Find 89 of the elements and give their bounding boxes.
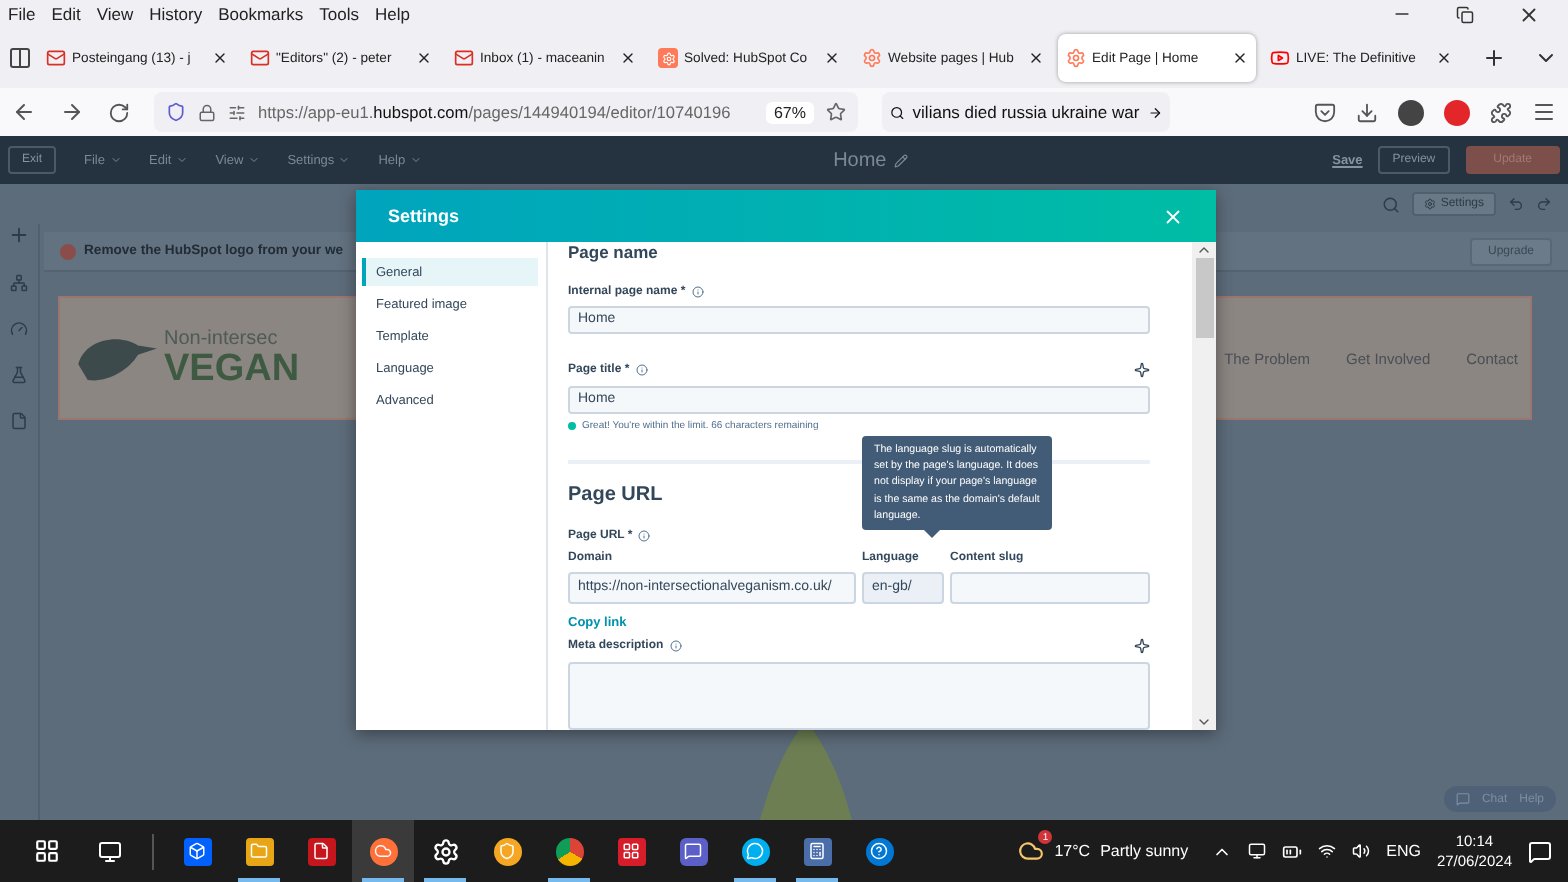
play-icon <box>1270 48 1290 68</box>
close-icon[interactable] <box>1518 3 1540 25</box>
dialog-title: Settings <box>388 206 460 226</box>
folder-icon[interactable] <box>245 837 273 865</box>
chat-icon[interactable] <box>741 837 769 865</box>
menu-item[interactable]: Help <box>374 4 410 24</box>
chat-icon <box>1455 792 1470 806</box>
restore-icon[interactable] <box>1456 5 1474 23</box>
info-icon <box>691 286 704 298</box>
scroll-up-icon[interactable] <box>1196 242 1212 258</box>
scroll-thumb[interactable] <box>1195 258 1213 338</box>
weather-text: Partly sunny <box>1100 842 1189 860</box>
close-icon[interactable] <box>1028 50 1044 66</box>
notifications-icon[interactable] <box>1528 839 1552 863</box>
sprocket-icon <box>658 48 678 68</box>
caret-icon <box>338 154 351 166</box>
menu-item[interactable]: History <box>149 4 203 24</box>
shield-icon <box>166 102 186 122</box>
close-icon[interactable] <box>1436 50 1452 66</box>
lock-icon <box>198 103 216 121</box>
sliders-icon <box>228 103 246 121</box>
section-heading: Page URL <box>568 483 663 506</box>
back-icon[interactable] <box>12 100 36 124</box>
status-dot <box>568 421 576 430</box>
task-view-icon[interactable] <box>97 839 121 863</box>
input-field[interactable] <box>950 571 1150 604</box>
mail-icon <box>46 48 66 68</box>
tab-list-icon[interactable] <box>8 46 32 70</box>
pencil-icon[interactable] <box>894 153 909 167</box>
circle-icon[interactable] <box>555 837 583 865</box>
warning-icon <box>60 243 76 259</box>
forward-icon[interactable] <box>60 100 84 124</box>
close-icon[interactable] <box>620 50 636 66</box>
arrow-right-icon <box>1147 103 1162 121</box>
grid-icon[interactable] <box>617 837 645 865</box>
puzzle-icon[interactable] <box>1490 101 1512 123</box>
logo-text: Non-intersec <box>164 329 280 349</box>
shield-icon[interactable] <box>493 837 521 865</box>
scroll-down-icon[interactable] <box>1196 714 1212 730</box>
menu-item[interactable]: File <box>8 4 36 24</box>
help-icon[interactable] <box>865 837 893 865</box>
star-icon[interactable] <box>826 102 846 122</box>
temperature: 17°C <box>1054 842 1091 860</box>
zoom-level[interactable]: 67% <box>765 101 814 123</box>
reload-icon[interactable] <box>108 101 130 123</box>
info-icon <box>638 529 651 542</box>
close-icon[interactable] <box>1232 50 1248 66</box>
caret-icon <box>109 154 121 166</box>
scrollbar[interactable] <box>1192 242 1216 730</box>
download-icon[interactable] <box>1356 101 1378 123</box>
windows-icon[interactable] <box>34 838 60 864</box>
caret-icon <box>247 154 260 166</box>
pocket-icon[interactable] <box>1314 101 1336 123</box>
sparkle-icon[interactable] <box>1134 637 1150 654</box>
volume-icon[interactable] <box>1352 842 1371 860</box>
close-icon[interactable] <box>824 50 840 66</box>
caret-icon <box>409 154 422 166</box>
avatar-icon[interactable] <box>1398 99 1424 125</box>
sparkle-icon[interactable] <box>1134 361 1150 378</box>
menu-item[interactable]: Tools <box>319 4 359 24</box>
language-indicator[interactable]: ENG <box>1386 842 1421 860</box>
address-bar[interactable]: https://app-eu1.hubspot.com/pages/144940194/editor/10740196 67% <box>154 92 858 132</box>
section-heading: Page name <box>568 242 658 262</box>
search-field[interactable]: vilians died russia ukraine war <box>882 92 1170 132</box>
sprocket-icon <box>862 48 882 68</box>
menu-item[interactable]: Bookmarks <box>218 4 304 24</box>
menu-item[interactable]: View <box>96 4 134 24</box>
close-icon[interactable] <box>212 50 228 66</box>
sprocket-icon <box>1066 48 1086 68</box>
box-icon[interactable] <box>183 837 211 865</box>
search-icon <box>890 103 905 121</box>
gear-icon[interactable] <box>431 837 459 865</box>
menu-item[interactable]: Edit <box>51 4 81 24</box>
menu-icon[interactable] <box>1532 100 1556 124</box>
logo-text: VEGAN <box>164 349 300 387</box>
wifi-icon[interactable] <box>1318 842 1337 860</box>
battery-icon[interactable] <box>1282 841 1303 861</box>
caret-icon <box>175 154 188 166</box>
mail-icon <box>250 48 270 68</box>
mail-icon <box>454 48 474 68</box>
info-icon <box>669 639 682 652</box>
monitor-icon[interactable] <box>1248 842 1267 860</box>
new-tab-icon[interactable] <box>1482 46 1506 70</box>
close-icon[interactable] <box>416 50 432 66</box>
gear-icon <box>1424 198 1437 210</box>
calculator-icon[interactable] <box>803 837 831 865</box>
page-title: Home <box>833 149 887 171</box>
info-icon <box>635 363 648 376</box>
document-icon[interactable] <box>307 837 335 865</box>
